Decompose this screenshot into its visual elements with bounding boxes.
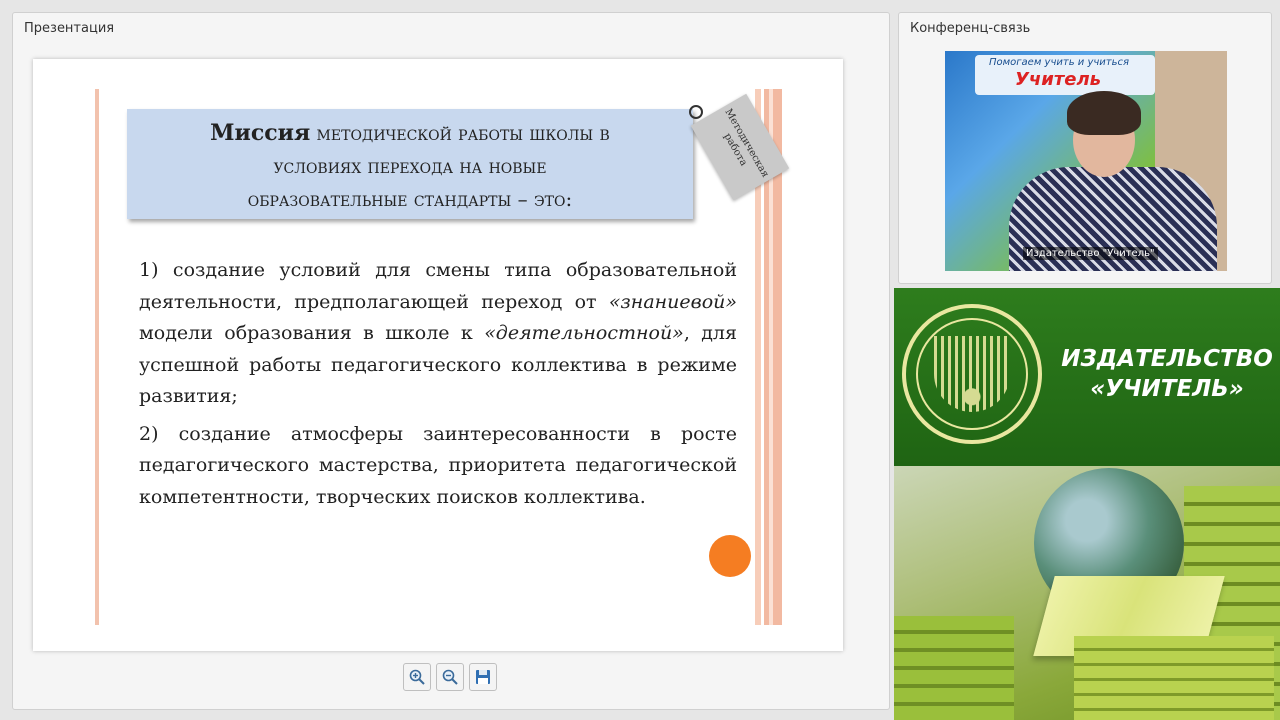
video-banner-text: Помогаем учить и учиться xyxy=(989,57,1130,68)
slide-heading-line2: условиях перехода на новые xyxy=(273,154,547,178)
video-caption: Издательство "Учитель" xyxy=(1023,247,1158,260)
presentation-slide: Миссия методической работы школы в услов… xyxy=(33,59,843,651)
slide-orange-dot-icon xyxy=(709,535,751,577)
publisher-book-icon xyxy=(934,336,1010,412)
zoom-out-button[interactable] xyxy=(436,663,464,691)
presenter-hair xyxy=(1067,91,1141,135)
slide-heading-lead: Миссия xyxy=(210,120,311,146)
paragraph-1-part-b: модели образования в школе к xyxy=(139,322,485,344)
zoom-in-button[interactable] xyxy=(403,663,431,691)
publisher-name-line2: «УЧИТЕЛЬ» xyxy=(1090,376,1244,402)
slide-paragraph-2: 2) создание атмосферы заинтересованности… xyxy=(139,422,737,508)
paragraph-1-emphasis-1: «знаниевой» xyxy=(608,290,737,313)
webcam-video[interactable]: Помогаем учить и учиться Учитель Издател… xyxy=(945,51,1227,271)
tag-string-icon xyxy=(689,105,703,119)
presentation-panel-title: Презентация xyxy=(24,21,115,36)
conference-panel: Конференц-связь Помогаем учить и учиться… xyxy=(898,12,1272,284)
save-button[interactable] xyxy=(469,663,497,691)
books-decor-image xyxy=(894,466,1280,720)
slide-left-decor-bar xyxy=(95,89,99,625)
save-icon xyxy=(476,670,490,684)
slide-heading: Миссия методической работы школы в услов… xyxy=(127,109,693,219)
conference-panel-title: Конференц-связь xyxy=(910,21,1031,36)
video-logo-text: Учитель xyxy=(1015,69,1102,90)
publisher-name-line1: ИЗДАТЕЛЬСТВО xyxy=(1061,346,1273,372)
slide-body: 1) создание условий для смены типа образ… xyxy=(139,255,737,519)
zoom-out-icon xyxy=(442,669,458,685)
slide-heading-line1: методической работы школы в xyxy=(310,121,610,145)
publisher-name: ИЗДАТЕЛЬСТВО «УЧИТЕЛЬ» xyxy=(1060,344,1274,404)
publisher-banner: ИЗДАТЕЛЬСТВО «УЧИТЕЛЬ» xyxy=(894,288,1280,466)
presentation-panel: Презентация Миссия методической работы ш… xyxy=(12,12,890,710)
slide-paragraph-1: 1) создание условий для смены типа образ… xyxy=(139,255,737,413)
slide-heading-line3: образовательные стандарты – это: xyxy=(247,187,573,211)
paragraph-1-emphasis-2: «деятельностной» xyxy=(484,322,684,344)
book-stack-left xyxy=(894,616,1014,720)
zoom-in-icon xyxy=(409,669,425,685)
book-stack-front xyxy=(1074,636,1274,720)
